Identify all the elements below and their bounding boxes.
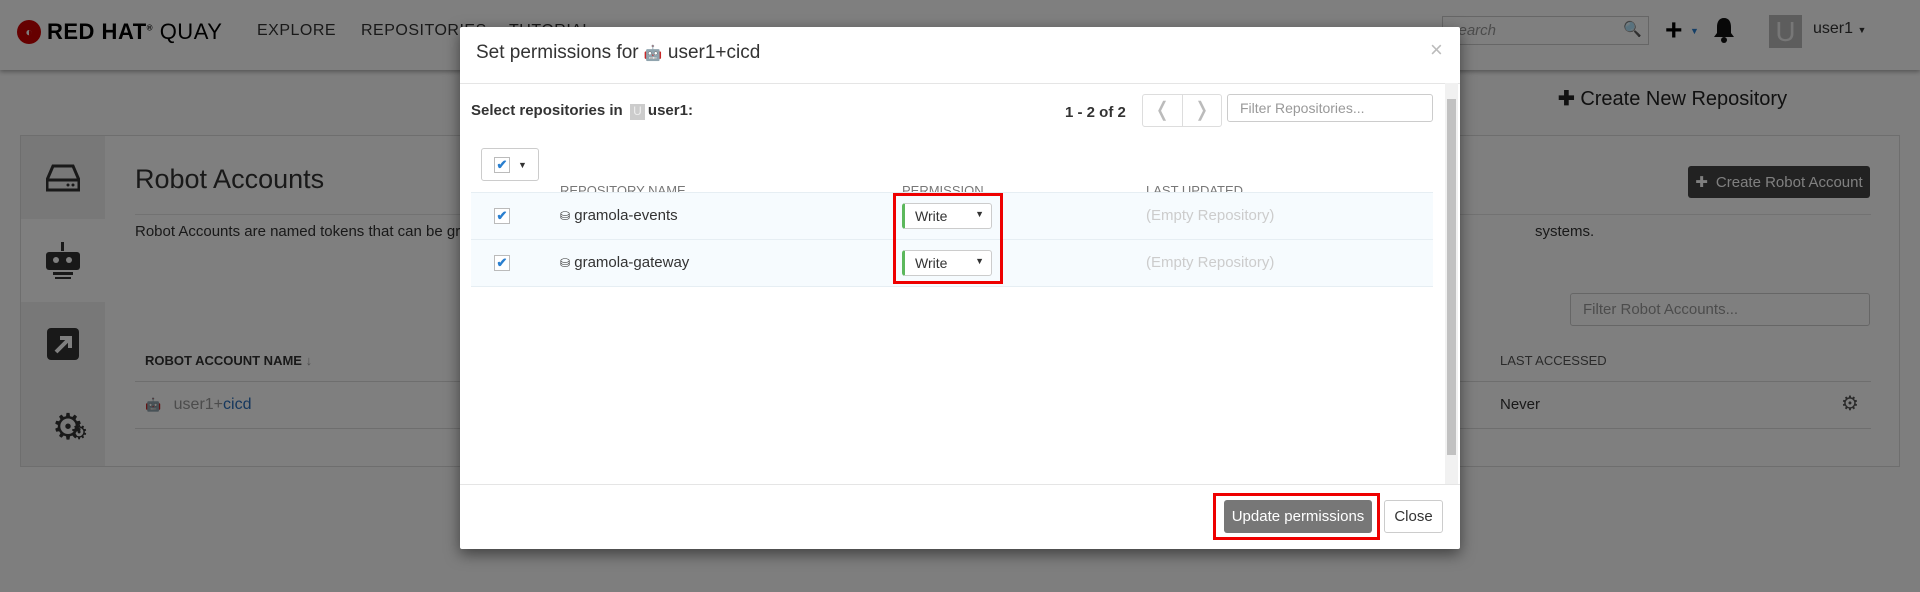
caret-down-icon: ▼: [518, 159, 527, 170]
repository-name: ⛁ gramola-gateway: [560, 254, 690, 271]
divider: [460, 484, 1460, 485]
checkbox-checked-icon: ✔: [494, 156, 510, 173]
paging-count: 1 - 2 of 2: [1065, 104, 1126, 121]
select-all-dropdown[interactable]: ✔ ▼: [481, 148, 539, 181]
next-page-button[interactable]: ❭: [1183, 95, 1222, 126]
row-checkbox[interactable]: ✔: [494, 208, 510, 224]
last-updated: (Empty Repository): [1146, 254, 1275, 271]
hard-drive-icon: ⛁: [560, 256, 571, 270]
filter-repositories-input[interactable]: Filter Repositories...: [1227, 94, 1433, 122]
scrollbar-thumb[interactable]: [1447, 99, 1456, 455]
scrollbar[interactable]: [1445, 83, 1458, 484]
last-updated: (Empty Repository): [1146, 207, 1275, 224]
robot-icon: 🤖: [643, 45, 663, 62]
repository-name: ⛁ gramola-events: [560, 207, 678, 224]
select-repositories-label: Select repositories in Uuser1:: [471, 102, 693, 120]
update-permissions-button[interactable]: Update permissions: [1224, 500, 1372, 533]
divider: [460, 83, 1460, 84]
prev-page-button[interactable]: ❬: [1143, 95, 1183, 126]
close-icon[interactable]: ×: [1430, 37, 1443, 63]
modal-title: Set permissions for 🤖 user1+cicd: [476, 42, 761, 63]
close-button[interactable]: Close: [1384, 500, 1443, 533]
permission-highlight: [893, 193, 1003, 284]
hard-drive-icon: ⛁: [560, 209, 571, 223]
pager: ❬ ❭: [1142, 94, 1222, 127]
row-checkbox[interactable]: ✔: [494, 255, 510, 271]
set-permissions-modal: Set permissions for 🤖 user1+cicd × Selec…: [460, 27, 1460, 549]
namespace-avatar: U: [629, 104, 645, 120]
